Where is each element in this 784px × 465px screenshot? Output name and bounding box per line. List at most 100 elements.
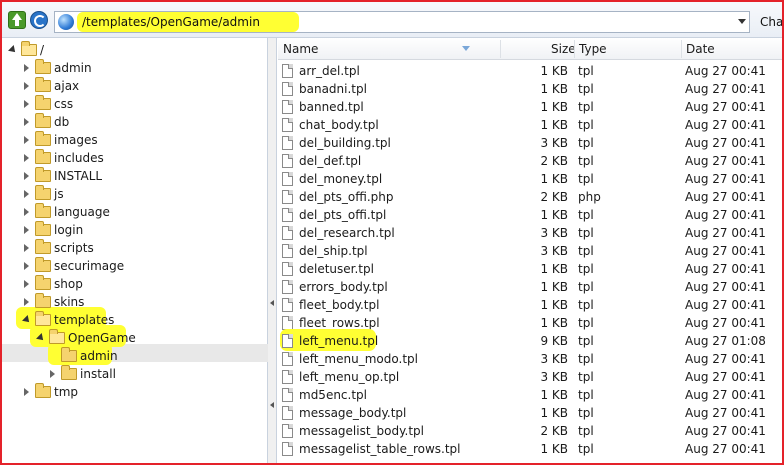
file-row[interactable]: message_body.tpl 1 KB tpl Aug 27 00:41: [278, 404, 782, 422]
file-icon: [282, 352, 293, 366]
tree-node[interactable]: db: [22, 113, 69, 131]
tree-node[interactable]: admin: [48, 347, 118, 365]
file-icon: [282, 244, 293, 258]
tree-node[interactable]: language: [22, 203, 110, 221]
tree-node[interactable]: /: [8, 41, 44, 59]
up-folder-icon[interactable]: [8, 11, 26, 29]
tree-node[interactable]: install: [48, 365, 116, 383]
expand-closed-icon[interactable]: [48, 369, 58, 379]
file-date: Aug 27 00:41: [685, 172, 766, 186]
file-type: php: [578, 190, 601, 204]
file-row[interactable]: left_menu_modo.tpl 3 KB tpl Aug 27 00:41: [278, 350, 782, 368]
tree-node[interactable]: tmp: [22, 383, 78, 401]
expand-closed-icon[interactable]: [22, 153, 32, 163]
tree-node[interactable]: images: [22, 131, 98, 149]
column-separator[interactable]: [500, 40, 501, 58]
file-row[interactable]: left_menu.tpl 9 KB tpl Aug 27 01:08: [278, 329, 782, 351]
expand-closed-icon[interactable]: [22, 207, 32, 217]
file-row[interactable]: md5enc.tpl 1 KB tpl Aug 27 00:41: [278, 386, 782, 404]
file-list: Name Size Type Date arr_del.tpl 1 KB tpl Au…: [278, 38, 782, 463]
window-frame: /templates/OpenGame/admin Chap / admin aja…: [0, 0, 784, 465]
file-row[interactable]: left_menu_op.tpl 3 KB tpl Aug 27 00:41: [278, 368, 782, 386]
expand-open-icon[interactable]: [22, 315, 32, 325]
expand-closed-icon[interactable]: [22, 171, 32, 181]
file-row[interactable]: arr_del.tpl 1 KB tpl Aug 27 00:41: [278, 62, 782, 80]
tree-node[interactable]: admin: [22, 59, 92, 77]
column-separator[interactable]: [681, 40, 682, 58]
file-row[interactable]: banned.tpl 1 KB tpl Aug 27 00:41: [278, 98, 782, 116]
tree-node[interactable]: css: [22, 95, 73, 113]
folder-icon: [35, 167, 51, 182]
refresh-icon[interactable]: [30, 11, 48, 29]
tree-node[interactable]: includes: [22, 149, 104, 167]
column-separator[interactable]: [574, 40, 575, 58]
file-size: 1 KB: [540, 298, 568, 312]
file-row[interactable]: messagelist_body.tpl 2 KB tpl Aug 27 00:41: [278, 422, 782, 440]
file-size: 1 KB: [540, 172, 568, 186]
file-row[interactable]: del_pts_offi.tpl 1 KB tpl Aug 27 00:41: [278, 206, 782, 224]
expand-closed-icon[interactable]: [22, 117, 32, 127]
expand-closed-icon[interactable]: [22, 99, 32, 109]
file-row[interactable]: messagelist_table_rows.tpl 1 KB tpl Aug 27 …: [278, 440, 782, 458]
file-row[interactable]: deletuser.tpl 1 KB tpl Aug 27 00:41: [278, 260, 782, 278]
file-row[interactable]: errors_body.tpl 1 KB tpl Aug 27 00:41: [278, 278, 782, 296]
folder-icon: [35, 275, 51, 290]
file-row[interactable]: fleet_body.tpl 1 KB tpl Aug 27 00:41: [278, 296, 782, 314]
column-header-name[interactable]: Name: [283, 42, 318, 56]
file-name: fleet_body.tpl: [299, 298, 380, 312]
tree-node-label: tmp: [54, 385, 79, 399]
file-size: 1 KB: [540, 280, 568, 294]
chevron-down-icon[interactable]: [738, 19, 746, 24]
expand-closed-icon[interactable]: [22, 81, 32, 91]
tree-node-label: admin: [80, 349, 118, 363]
address-bar[interactable]: /templates/OpenGame/admin: [54, 11, 750, 33]
file-date: Aug 27 00:41: [685, 226, 766, 240]
expand-closed-icon[interactable]: [22, 297, 32, 307]
tree-node[interactable]: securimage: [22, 257, 124, 275]
expand-open-icon[interactable]: [36, 333, 46, 343]
tree-node[interactable]: scripts: [22, 239, 94, 257]
file-type: tpl: [578, 226, 594, 240]
folder-icon: [35, 203, 51, 218]
expand-closed-icon[interactable]: [22, 387, 32, 397]
tree-node[interactable]: ajax: [22, 77, 79, 95]
column-header-size[interactable]: Size: [551, 42, 576, 56]
collapse-arrow-icon[interactable]: [270, 402, 274, 408]
file-row[interactable]: del_def.tpl 2 KB tpl Aug 27 00:41: [278, 152, 782, 170]
file-row[interactable]: del_pts_offi.php 2 KB php Aug 27 00:41: [278, 188, 782, 206]
file-row[interactable]: chat_body.tpl 1 KB tpl Aug 27 00:41: [278, 116, 782, 134]
expand-closed-icon[interactable]: [22, 63, 32, 73]
tree-node[interactable]: INSTALL: [22, 167, 102, 185]
file-name: del_research.tpl: [299, 226, 395, 240]
file-row[interactable]: del_research.tpl 3 KB tpl Aug 27 00:41: [278, 224, 782, 242]
tree-node-label: includes: [54, 151, 104, 165]
file-size: 1 KB: [540, 262, 568, 276]
column-header-type[interactable]: Type: [579, 42, 607, 56]
folder-icon: [35, 95, 51, 110]
folder-icon: [35, 311, 51, 326]
pane-splitter[interactable]: [268, 38, 277, 463]
tree-node[interactable]: skins: [22, 293, 84, 311]
expand-closed-icon[interactable]: [22, 261, 32, 271]
expand-closed-icon[interactable]: [22, 189, 32, 199]
file-row[interactable]: del_money.tpl 1 KB tpl Aug 27 00:41: [278, 170, 782, 188]
file-row[interactable]: del_building.tpl 3 KB tpl Aug 27 00:41: [278, 134, 782, 152]
column-header-date[interactable]: Date: [686, 42, 715, 56]
tree-node[interactable]: js: [22, 185, 64, 203]
expand-open-icon[interactable]: [8, 45, 18, 55]
expand-closed-icon[interactable]: [22, 279, 32, 289]
file-icon: [282, 334, 293, 348]
tree-node-label: db: [54, 115, 70, 129]
file-icon: [282, 208, 293, 222]
expand-closed-icon[interactable]: [22, 225, 32, 235]
tree-node[interactable]: OpenGame: [36, 329, 136, 347]
tree-node[interactable]: templates: [22, 311, 114, 329]
tree-node[interactable]: login: [22, 221, 83, 239]
file-row[interactable]: banadni.tpl 1 KB tpl Aug 27 00:41: [278, 80, 782, 98]
collapse-arrow-icon[interactable]: [270, 300, 274, 306]
file-row[interactable]: del_ship.tpl 3 KB tpl Aug 27 00:41: [278, 242, 782, 260]
expand-closed-icon[interactable]: [22, 243, 32, 253]
expand-closed-icon[interactable]: [22, 135, 32, 145]
tree-node[interactable]: shop: [22, 275, 83, 293]
file-list-header: Name Size Type Date: [278, 38, 782, 60]
